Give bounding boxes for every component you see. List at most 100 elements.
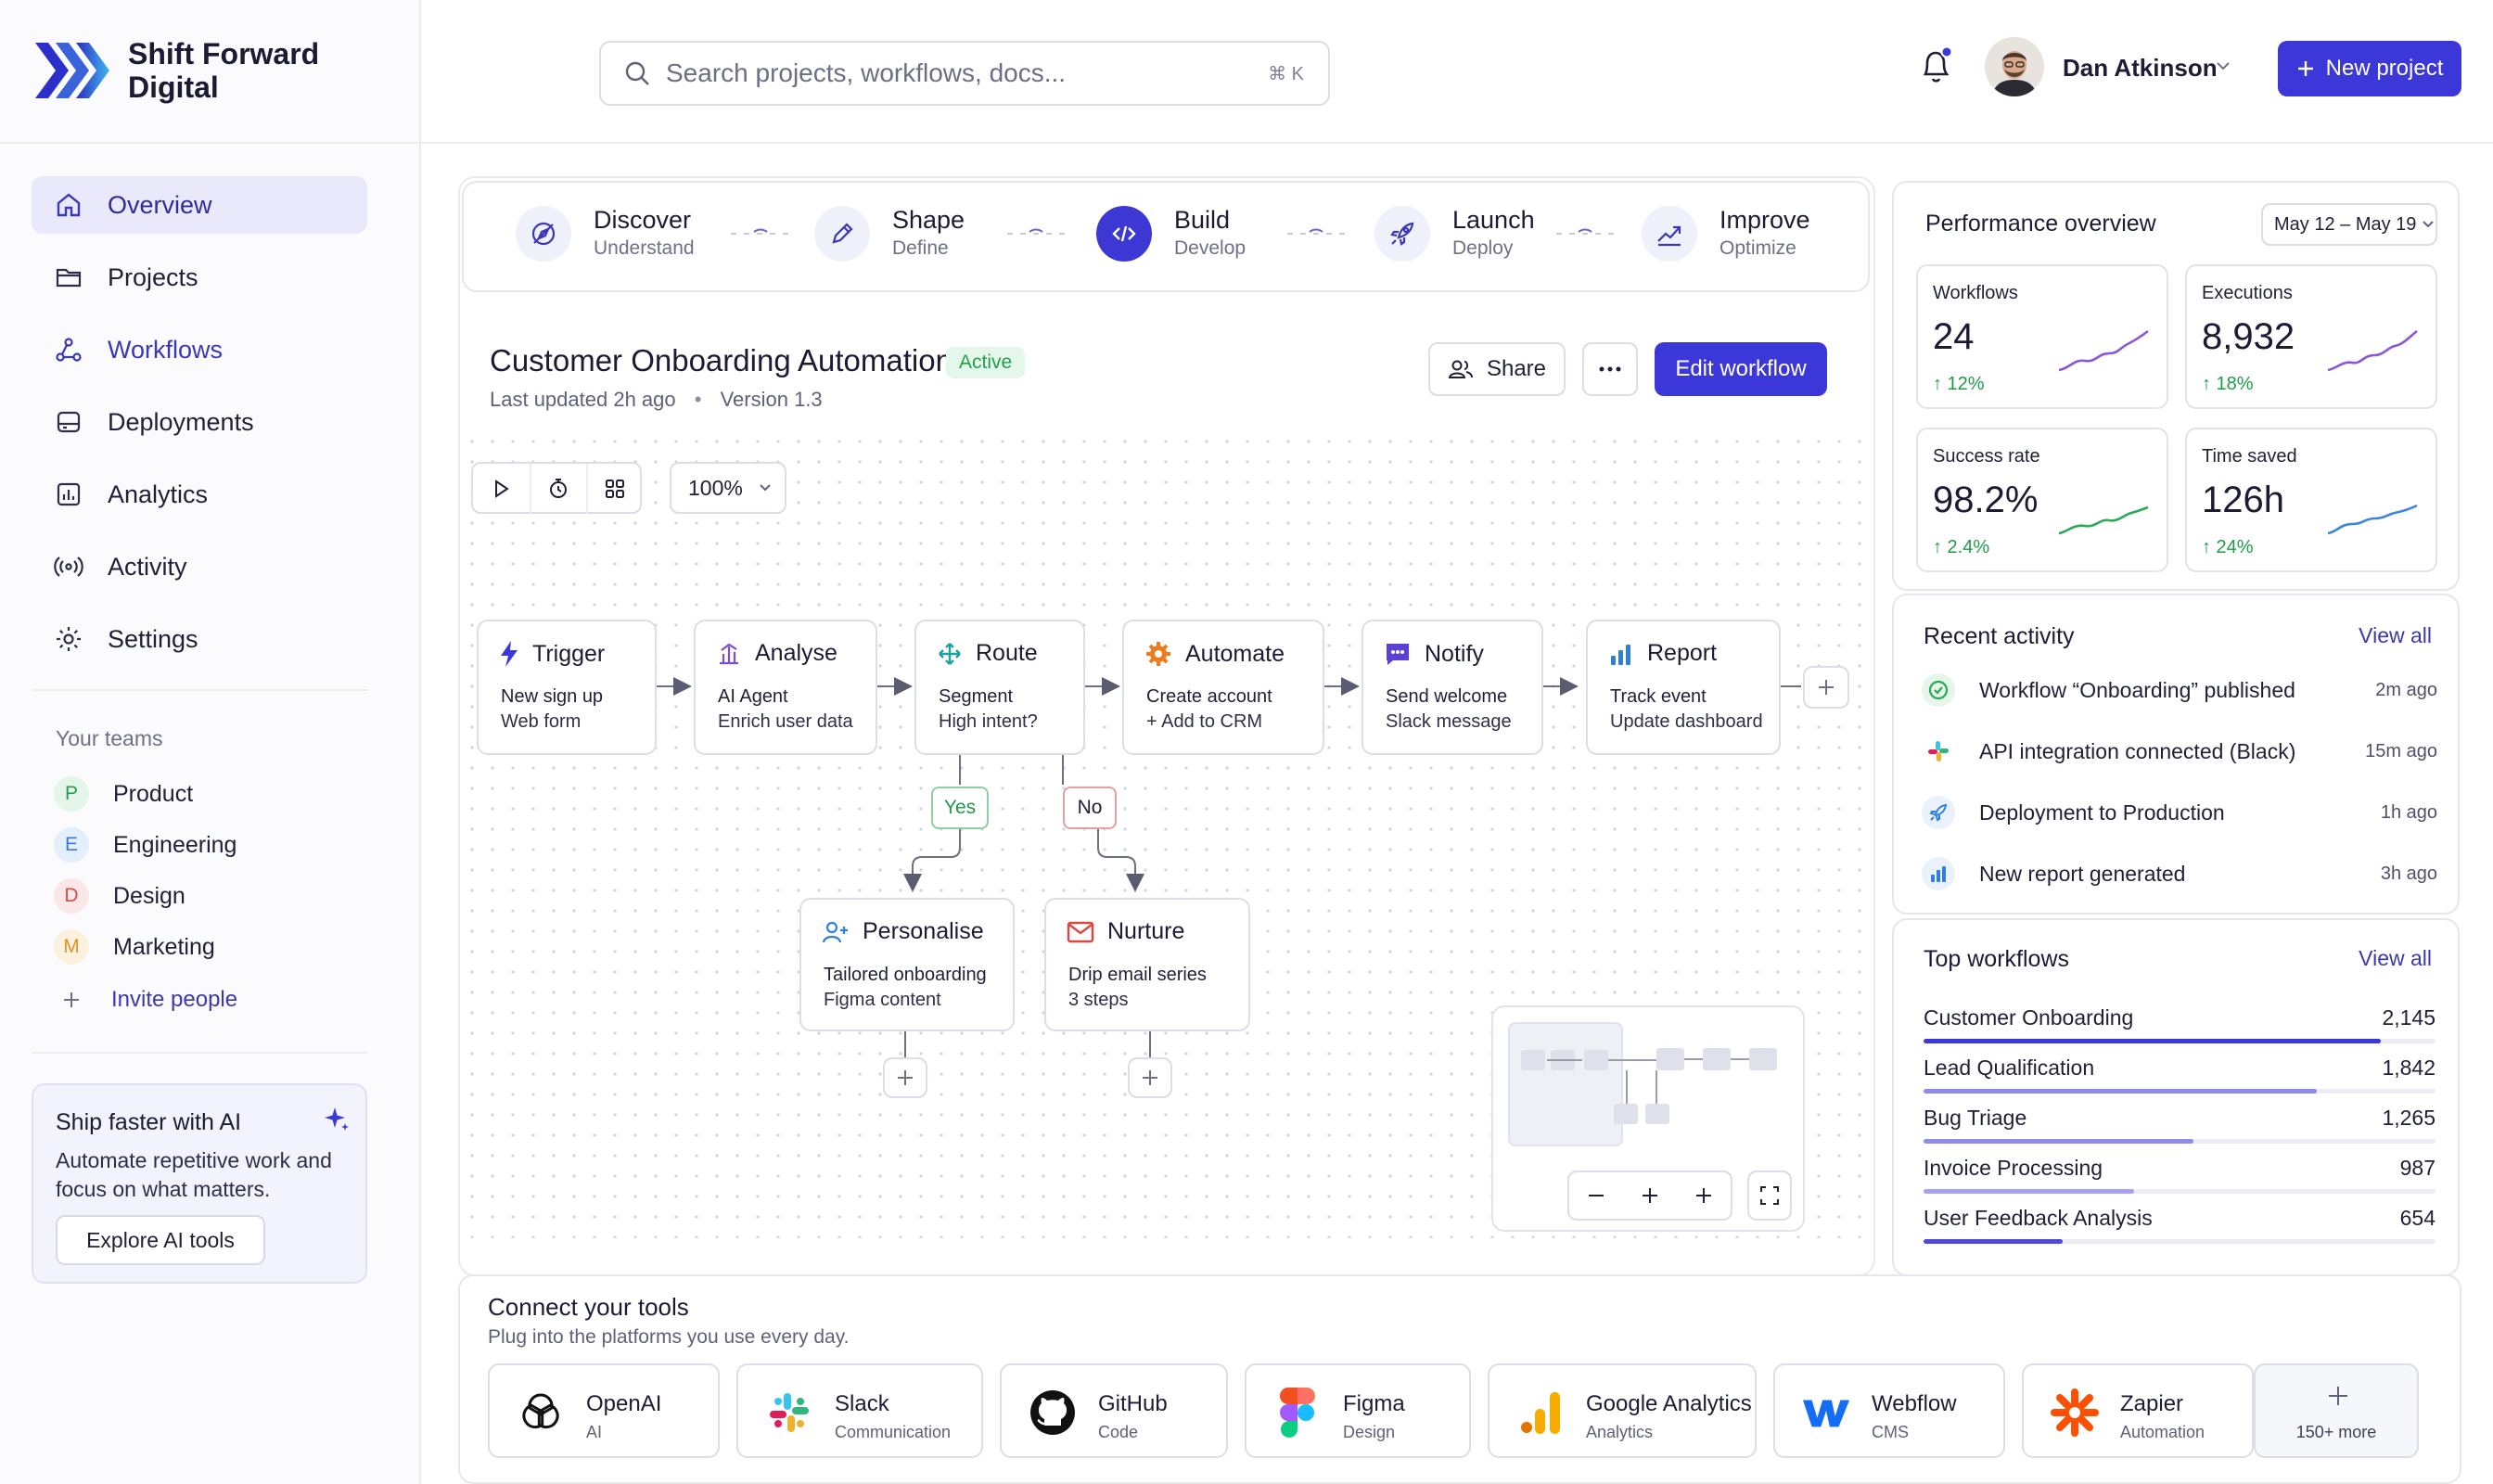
sidebar-item-settings[interactable]: Settings bbox=[32, 610, 367, 668]
sidebar-item-deployments[interactable]: Deployments bbox=[32, 393, 367, 451]
divider bbox=[421, 142, 2493, 144]
tool-card-google-analytics[interactable]: Google Analytics Analytics bbox=[1488, 1363, 1757, 1458]
tool-card-figma[interactable]: Figma Design bbox=[1245, 1363, 1471, 1458]
sidebar-item-label: Settings bbox=[108, 624, 198, 653]
explore-ai-tools-button[interactable]: Explore AI tools bbox=[56, 1215, 265, 1265]
grid-icon[interactable] bbox=[586, 464, 642, 514]
minimap[interactable] bbox=[1491, 1005, 1805, 1232]
sidebar-item-workflows[interactable]: Workflows bbox=[32, 321, 367, 378]
more-options-icon[interactable] bbox=[1582, 342, 1638, 396]
ai-promo-card: Ship faster with AI Automate repetitive … bbox=[32, 1083, 367, 1284]
metric-card-time-saved[interactable]: Time saved 126h ↑ 24% bbox=[2185, 428, 2437, 572]
timer-icon[interactable] bbox=[530, 464, 585, 514]
metric-delta: ↑ 12% bbox=[1933, 374, 1985, 394]
team-item-engineering[interactable]: E Engineering bbox=[54, 827, 237, 863]
node-line-2: + Add to CRM bbox=[1146, 711, 1263, 732]
user-name[interactable]: Dan Atkinson bbox=[2063, 54, 2218, 83]
sidebar-item-projects[interactable]: Projects bbox=[32, 249, 367, 306]
sidebar-item-label: Projects bbox=[108, 262, 198, 291]
search-bar[interactable]: Search projects, workflows, docs... ⌘ K bbox=[599, 41, 1330, 106]
team-item-product[interactable]: P Product bbox=[54, 776, 193, 812]
bar-chart-icon bbox=[1922, 857, 1955, 890]
zoom-in-icon[interactable] bbox=[1640, 1185, 1660, 1206]
sparkle-icon bbox=[323, 1106, 351, 1133]
add-step-button[interactable] bbox=[883, 1057, 927, 1098]
team-item-marketing[interactable]: M Marketing bbox=[54, 929, 215, 965]
edit-workflow-button[interactable]: Edit workflow bbox=[1655, 342, 1827, 396]
team-item-design[interactable]: D Design bbox=[54, 878, 185, 914]
sidebar-item-overview[interactable]: Overview bbox=[32, 176, 367, 234]
zoom-select[interactable]: 100% bbox=[670, 462, 786, 514]
bell-icon[interactable] bbox=[1916, 45, 1957, 87]
metric-card-success-rate[interactable]: Success rate 98.2% ↑ 2.4% bbox=[1916, 428, 2168, 572]
activity-time: 1h ago bbox=[2380, 801, 2437, 823]
invite-people-link[interactable]: Invite people bbox=[54, 987, 237, 1013]
divider bbox=[0, 142, 421, 144]
activity-item[interactable]: Workflow “Onboarding” published 2m ago bbox=[1922, 672, 2437, 709]
share-button[interactable]: Share bbox=[1428, 342, 1566, 396]
metric-delta: ↑ 24% bbox=[2202, 537, 2254, 557]
search-input[interactable]: Search projects, workflows, docs... bbox=[666, 58, 1066, 88]
node-notify[interactable]: Notify Send welcome Slack message bbox=[1362, 620, 1543, 755]
sidebar: Shift Forward Digital Overview Projects … bbox=[0, 0, 421, 1484]
sidebar-item-label: Activity bbox=[108, 552, 187, 581]
tool-card-slack[interactable]: Slack Communication bbox=[736, 1363, 983, 1458]
activity-item[interactable]: New report generated 3h ago bbox=[1922, 855, 2437, 892]
tool-card-zapier[interactable]: Zapier Automation bbox=[2022, 1363, 2254, 1458]
workflow-count: 2,145 bbox=[2382, 1005, 2435, 1030]
avatar[interactable] bbox=[1985, 37, 2044, 96]
lightning-icon bbox=[499, 640, 519, 668]
top-workflow-row[interactable]: Lead Qualification 1,842 bbox=[1924, 1055, 2435, 1094]
node-personalise[interactable]: Personalise Tailored onboarding Figma co… bbox=[799, 898, 1015, 1031]
add-step-button[interactable] bbox=[1128, 1057, 1172, 1098]
tool-card-webflow[interactable]: Webflow CMS bbox=[1773, 1363, 2005, 1458]
node-analyse[interactable]: Analyse AI Agent Enrich user data bbox=[694, 620, 877, 755]
sidebar-item-activity[interactable]: Activity bbox=[32, 538, 367, 595]
node-nurture[interactable]: Nurture Drip email series 3 steps bbox=[1044, 898, 1250, 1031]
top-workflow-row[interactable]: User Feedback Analysis 654 bbox=[1924, 1206, 2435, 1244]
tool-card-openai[interactable]: OpenAI AI bbox=[488, 1363, 720, 1458]
metric-card-workflows[interactable]: Workflows 24 ↑ 12% bbox=[1916, 264, 2168, 409]
fullscreen-icon[interactable] bbox=[1747, 1171, 1792, 1221]
zoom-out-icon[interactable] bbox=[1586, 1185, 1606, 1206]
progress-track bbox=[1924, 1239, 2435, 1244]
node-trigger[interactable]: Trigger New sign up Web form bbox=[477, 620, 657, 755]
branch-yes-tag[interactable]: Yes bbox=[931, 787, 989, 829]
message-icon bbox=[1384, 640, 1412, 668]
view-all-link[interactable]: View all bbox=[2359, 623, 2432, 648]
workflow-icon bbox=[30, 335, 108, 365]
tool-card-github[interactable]: GitHub Code bbox=[1000, 1363, 1228, 1458]
activity-item[interactable]: API integration connected (Black) 15m ag… bbox=[1922, 733, 2437, 770]
node-report[interactable]: Report Track event Update dashboard bbox=[1586, 620, 1781, 755]
divider bbox=[32, 1052, 367, 1054]
brand-logo-icon[interactable] bbox=[32, 37, 111, 104]
top-workflow-row[interactable]: Bug Triage 1,265 bbox=[1924, 1106, 2435, 1144]
chevron-down-icon[interactable] bbox=[2215, 59, 2231, 72]
play-icon[interactable] bbox=[473, 464, 529, 514]
date-range-select[interactable]: May 12 – May 19 bbox=[2261, 203, 2437, 246]
top-workflow-row[interactable]: Customer Onboarding 2,145 bbox=[1924, 1005, 2435, 1043]
zoom-value: 100% bbox=[688, 475, 743, 500]
add-icon[interactable] bbox=[1694, 1185, 1714, 1206]
sidebar-item-label: Overview bbox=[108, 190, 212, 219]
sidebar-item-analytics[interactable]: Analytics bbox=[32, 466, 367, 523]
new-project-button[interactable]: New project bbox=[2278, 41, 2461, 96]
brand-name: Shift Forward Digital bbox=[128, 37, 320, 104]
view-all-link[interactable]: View all bbox=[2359, 946, 2432, 971]
branch-no-tag[interactable]: No bbox=[1063, 787, 1117, 829]
activity-item[interactable]: Deployment to Production 1h ago bbox=[1922, 794, 2437, 831]
metric-card-executions[interactable]: Executions 8,932 ↑ 18% bbox=[2185, 264, 2437, 409]
more-tools-button[interactable]: 150+ more bbox=[2254, 1363, 2419, 1458]
node-line-2: Update dashboard bbox=[1610, 711, 1763, 732]
progress-fill bbox=[1924, 1139, 2193, 1144]
top-workflow-row[interactable]: Invoice Processing 987 bbox=[1924, 1156, 2435, 1194]
node-automate[interactable]: Automate Create account + Add to CRM bbox=[1122, 620, 1324, 755]
minimap-preview bbox=[1521, 1048, 1777, 1124]
add-step-button[interactable] bbox=[1803, 666, 1849, 709]
node-line-1: AI Agent bbox=[718, 686, 788, 707]
new-project-label: New project bbox=[2325, 56, 2444, 81]
user-plus-icon bbox=[822, 919, 850, 945]
team-name: Engineering bbox=[113, 831, 237, 858]
github-icon bbox=[1028, 1388, 1078, 1438]
node-route[interactable]: Route Segment High intent? bbox=[914, 620, 1085, 755]
